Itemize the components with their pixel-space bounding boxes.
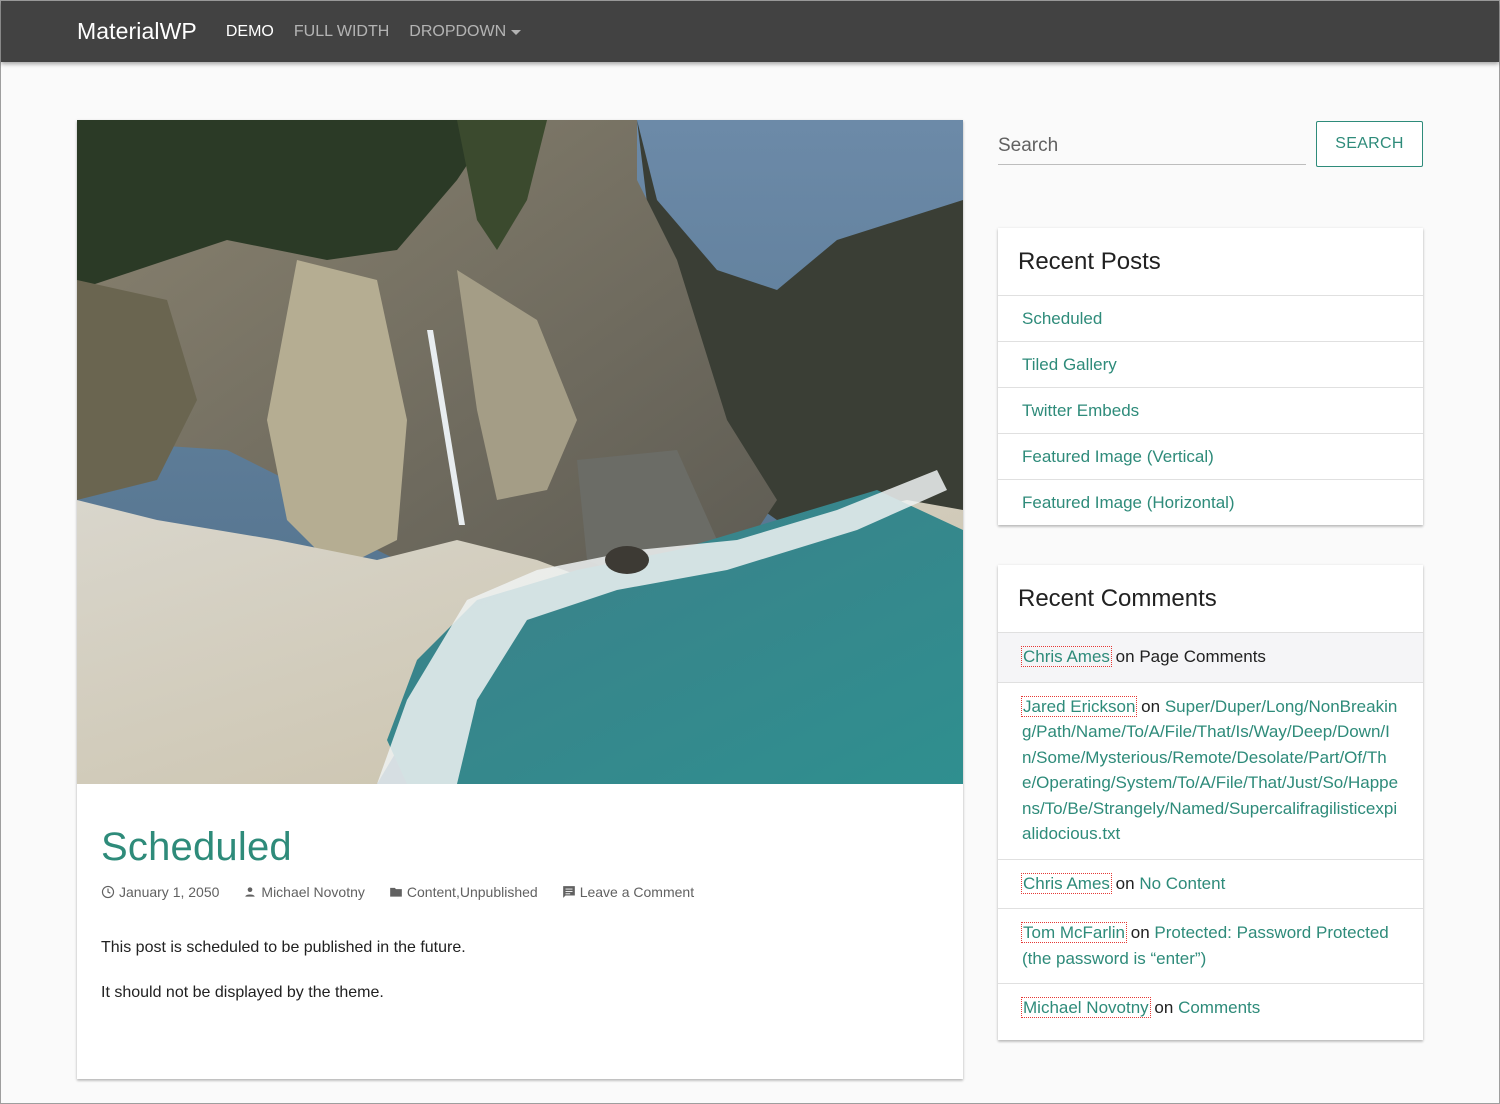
- post-meta: January 1, 2050 Michael Novotny Content,…: [101, 884, 939, 900]
- recent-post-link[interactable]: Featured Image (Horizontal): [1022, 493, 1235, 512]
- person-icon: [245, 887, 256, 897]
- post-paragraph: It should not be displayed by the theme.: [101, 984, 384, 1001]
- recent-post-link[interactable]: Tiled Gallery: [1022, 355, 1117, 374]
- search-button[interactable]: SEARCH: [1316, 121, 1423, 167]
- widget-title: Recent Posts: [998, 228, 1423, 296]
- post-card: Scheduled January 1, 2050 Michael Novotn…: [77, 120, 963, 1079]
- nav-item-dropdown[interactable]: DROPDOWN: [409, 22, 522, 41]
- comment-post-link[interactable]: Comments: [1178, 998, 1260, 1017]
- featured-image: [77, 120, 963, 784]
- list-item: Tiled Gallery: [998, 342, 1423, 388]
- post-author-link[interactable]: Michael Novotny: [261, 884, 365, 900]
- comment-item: Tom McFarlin on Protected: Password Prot…: [998, 909, 1423, 984]
- comment-post-link[interactable]: No Content: [1139, 874, 1225, 893]
- post-paragraph: This post is scheduled to be published i…: [101, 939, 466, 956]
- recent-comments-list: Chris Ames on Page Comments Jared Ericks…: [998, 633, 1423, 1033]
- list-item: Featured Image (Horizontal): [998, 480, 1423, 526]
- nav-item-demo[interactable]: DEMO: [226, 23, 274, 41]
- comment-connector: on: [1130, 923, 1150, 942]
- post-title[interactable]: Scheduled: [101, 824, 939, 870]
- category-link-content[interactable]: Content: [407, 884, 456, 900]
- comment-item: Jared Erickson on Super/Duper/Long/NonBr…: [998, 683, 1423, 860]
- comment-author-link[interactable]: Tom McFarlin: [1020, 922, 1128, 943]
- site-brand-link[interactable]: MaterialWP: [77, 18, 197, 45]
- search-form: SEARCH: [998, 120, 1423, 167]
- post-body: Scheduled January 1, 2050 Michael Novotn…: [77, 784, 963, 1002]
- recent-post-link[interactable]: Scheduled: [1022, 309, 1102, 328]
- post-date-link[interactable]: January 1, 2050: [119, 884, 219, 900]
- search-input[interactable]: [998, 128, 1306, 165]
- comment-author-link[interactable]: Michael Novotny: [1021, 997, 1151, 1018]
- post-comments: Leave a Comment: [562, 884, 694, 900]
- recent-posts-list: Scheduled Tiled Gallery Twitter Embeds F…: [998, 296, 1423, 526]
- top-navbar: MaterialWP DEMO FULL WIDTH DROPDOWN: [1, 1, 1499, 62]
- comment-post-link[interactable]: Super/Duper/Long/NonBreaking/Path/Name/T…: [1022, 697, 1398, 844]
- leave-comment-link[interactable]: Leave a Comment: [580, 884, 694, 900]
- caret-down-icon: [511, 29, 522, 35]
- recent-post-link[interactable]: Twitter Embeds: [1022, 401, 1139, 420]
- nav-item-dropdown-label: DROPDOWN: [409, 22, 507, 40]
- comment-item: Chris Ames on Page Comments: [998, 633, 1423, 683]
- widget-title: Recent Comments: [998, 565, 1423, 633]
- recent-post-link[interactable]: Featured Image (Vertical): [1022, 447, 1214, 466]
- comment-icon: [562, 886, 575, 898]
- post-categories: Content, Unpublished: [389, 884, 538, 900]
- comment-item: Chris Ames on No Content: [998, 860, 1423, 909]
- list-item: Scheduled: [998, 296, 1423, 342]
- recent-comments-widget: Recent Comments Chris Ames on Page Comme…: [998, 565, 1423, 1040]
- comment-connector: on: [1115, 873, 1135, 893]
- comment-connector: on: [1154, 998, 1174, 1017]
- comment-item: Michael Novotny on Comments: [998, 984, 1423, 1033]
- category-link-unpublished[interactable]: Unpublished: [460, 884, 538, 900]
- comment-author-link[interactable]: Chris Ames: [1021, 646, 1112, 667]
- post-content: This post is scheduled to be published i…: [101, 938, 939, 1002]
- folder-icon: [390, 887, 402, 897]
- list-item: Featured Image (Vertical): [998, 434, 1423, 480]
- clock-icon: [101, 885, 115, 899]
- post-author: Michael Novotny: [243, 884, 365, 900]
- comment-post-title: Page Comments: [1139, 647, 1266, 666]
- nav-item-full-width[interactable]: FULL WIDTH: [294, 23, 389, 41]
- comment-author-link[interactable]: Jared Erickson: [1020, 695, 1138, 717]
- recent-posts-widget: Recent Posts Scheduled Tiled Gallery Twi…: [998, 228, 1423, 525]
- comment-connector: on: [1115, 647, 1135, 666]
- list-item: Twitter Embeds: [998, 388, 1423, 434]
- comment-connector: on: [1141, 696, 1161, 716]
- post-date: January 1, 2050: [101, 884, 219, 900]
- comment-author-link[interactable]: Chris Ames: [1021, 872, 1112, 894]
